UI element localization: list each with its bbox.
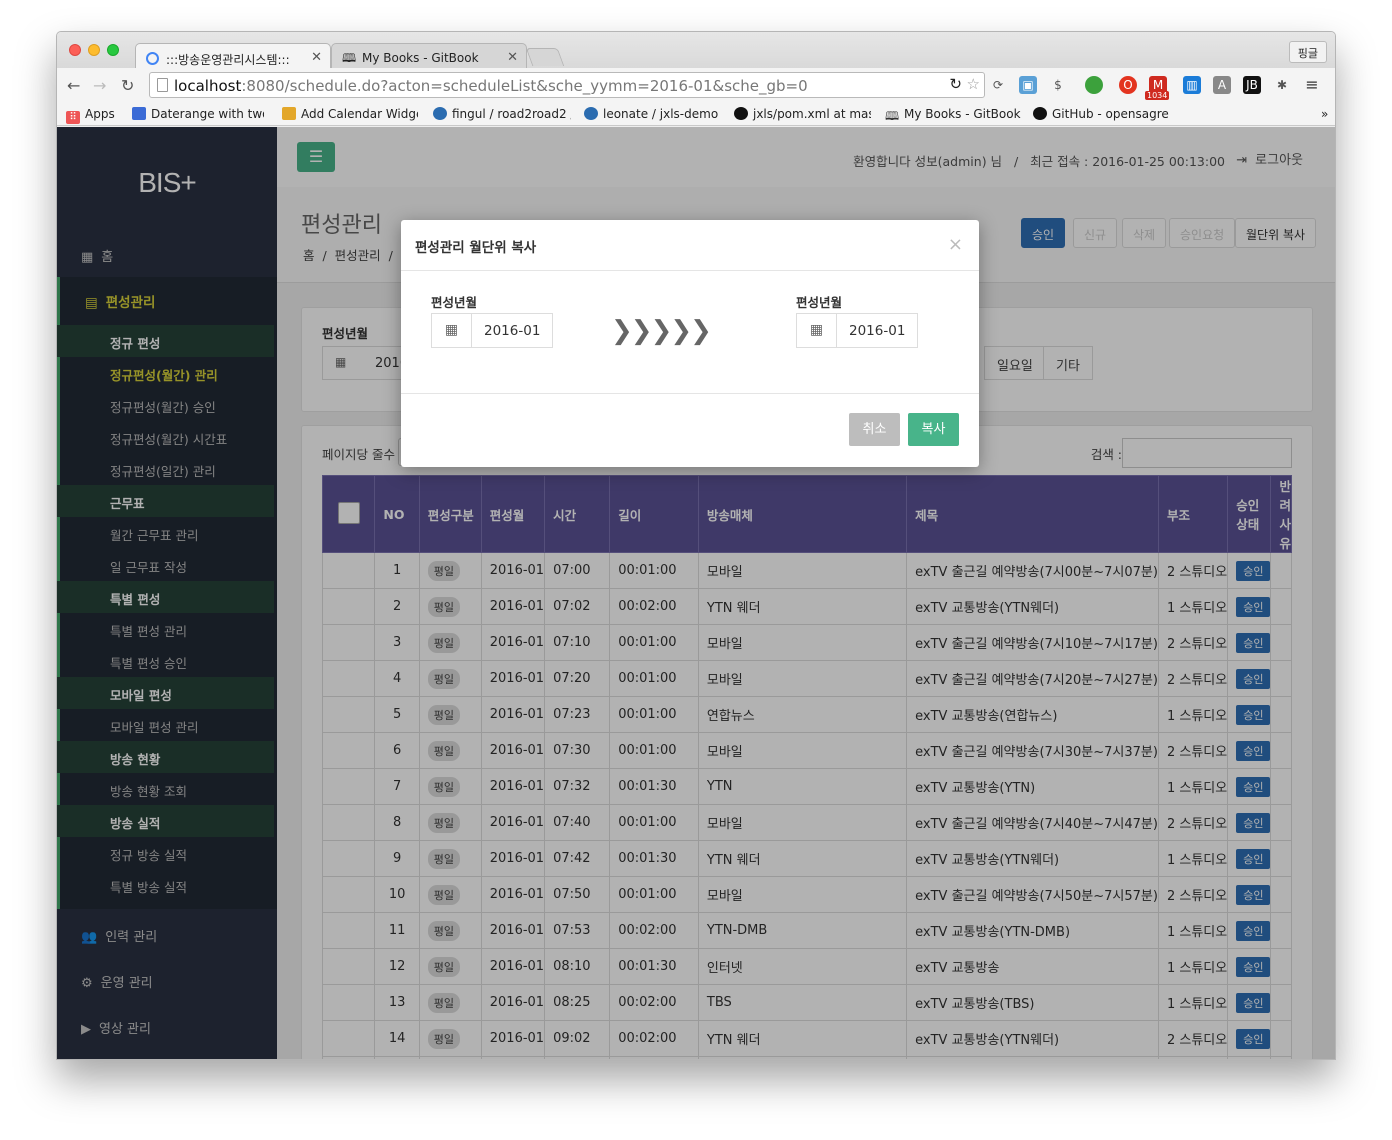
monthly-copy-modal: 편성관리 월단위 복사 × 편성년월 ▦ 2016-01 ❯❯❯❯❯ 편성년월 … [401,220,979,467]
tab-gitbook[interactable]: 🕮 My Books - GitBook ✕ [331,43,527,69]
close-icon[interactable]: ✕ [311,50,322,65]
menu-icon[interactable]: ≡ [1303,76,1321,94]
window-maximize-button[interactable] [107,44,119,56]
close-icon[interactable]: × [948,234,963,255]
forward-icon[interactable]: → [93,76,106,95]
reload-icon[interactable]: ↻ [121,76,134,95]
url-path: :8080/schedule.do?acton=scheduleList&sch… [241,77,808,95]
back-icon[interactable]: ← [67,76,80,95]
calendar-icon: ▦ [797,314,837,347]
bookmark-item[interactable]: fingul / road2road2 / [433,107,571,121]
bookmarks-bar: ⠿Apps Daterange with two i Add Calendar … [57,102,1335,126]
book-icon: 🕮 [885,109,900,123]
copy-button[interactable]: 복사 [908,413,959,446]
browser-toolbar: ← → ↻ localhost:8080/schedule.do?acton=s… [57,68,1335,102]
window-minimize-button[interactable] [88,44,100,56]
url-host: localhost [174,77,242,95]
apps-icon: ⠿ [66,111,80,124]
angular-icon[interactable]: A [1213,76,1231,94]
to-month-label: 편성년월 [796,295,843,310]
page-icon [157,78,168,92]
bitbucket-icon [433,107,447,120]
tab-title: :::방송운영관리시스템::: [166,53,290,67]
bug-icon[interactable]: ✱ [1273,76,1291,94]
bookmark-item[interactable]: leonate / jxls-demo / [584,107,722,121]
tab-active[interactable]: :::방송운영관리시스템::: ✕ [135,43,331,69]
profile-button[interactable]: 핑글 [1288,41,1327,63]
bookmark-item[interactable]: Add Calendar Widge [282,107,418,121]
close-icon[interactable]: ✕ [507,50,518,65]
address-bar[interactable]: localhost:8080/schedule.do?acton=schedul… [149,72,985,98]
cancel-button[interactable]: 취소 [849,413,900,446]
calendar-icon: ▦ [432,314,472,347]
github-icon [734,107,748,120]
arrows-icon: ❯❯❯❯❯ [611,316,712,346]
book-icon: 🕮 [342,51,357,65]
bookmarks-more[interactable]: » [1321,107,1328,121]
window-close-button[interactable] [69,44,81,56]
extension-icon[interactable]: $ [1049,76,1067,94]
mail-count-badge: 1034 [1145,91,1170,100]
bookmark-icon [282,107,296,120]
bookmark-icon [132,107,146,120]
modal-title: 편성관리 월단위 복사 [415,240,537,256]
extension-icon[interactable]: ▣ [1019,76,1037,94]
bitbucket-icon [584,107,598,120]
trello-icon[interactable]: ▥ [1183,76,1201,94]
from-month-input[interactable]: ▦ 2016-01 [431,313,553,348]
bookmark-star-icon[interactable]: ☆ [967,75,980,93]
github-icon [1033,107,1047,120]
bookmark-item[interactable]: GitHub - opensagres [1033,107,1169,121]
from-month-label: 편성년월 [431,295,478,310]
bookmark-item[interactable]: Daterange with two i [132,107,264,121]
jetbrains-icon[interactable]: JB [1243,76,1261,94]
bookmark-apps[interactable]: ⠿ Apps [66,107,115,124]
opera-icon[interactable]: O [1119,76,1137,94]
new-tab-button[interactable] [525,48,565,66]
to-month-input[interactable]: ▦ 2016-01 [796,313,918,348]
sync-icon[interactable]: ↻ [949,75,962,93]
bookmark-item[interactable]: 🕮 My Books - GitBook [885,107,1021,123]
divider [401,270,979,271]
tab-bar: :::방송운영관리시스템::: ✕ 🕮 My Books - GitBook ✕… [57,32,1335,69]
divider [401,393,979,394]
browser-window: :::방송운영관리시스템::: ✕ 🕮 My Books - GitBook ✕… [56,31,1336,1060]
extension-icon[interactable] [1085,76,1103,94]
bookmark-item[interactable]: jxls/pom.xml at mast [734,107,871,121]
chrome-icon [146,52,159,65]
tab-title: My Books - GitBook [362,51,479,65]
page-content: BIS+ ▦ 홈 ▤ 편성관리 정규 편성 정규편성(월간) 관리 정규편성(월간) 승… [57,127,1335,1059]
refresh-ext-icon[interactable]: ⟳ [989,76,1007,94]
